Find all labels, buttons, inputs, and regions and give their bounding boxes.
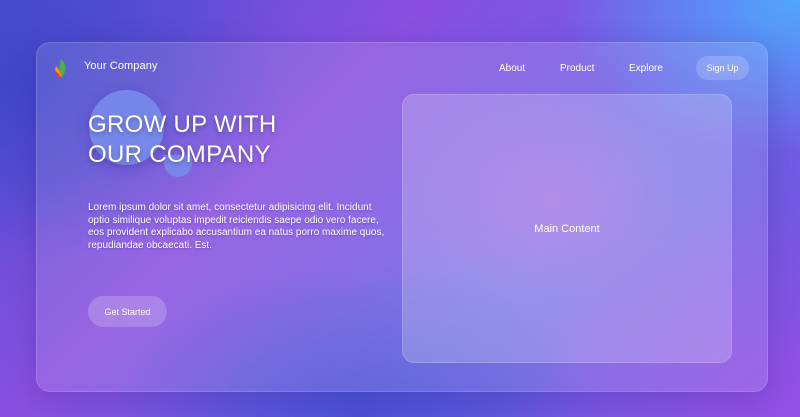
get-started-button[interactable]: Get Started <box>88 296 167 327</box>
hero-title: GROW UP WITH OUR COMPANY <box>88 110 388 170</box>
glass-card: Your Company About Product Explore Sign … <box>36 42 768 392</box>
hero-description: Lorem ipsum dolor sit amet, consectetur … <box>88 202 385 251</box>
nav-product-link[interactable]: Product <box>560 63 594 74</box>
nav-explore-link[interactable]: Explore <box>629 63 663 74</box>
hero-title-line-1: GROW UP WITH <box>88 111 277 138</box>
sign-up-button[interactable]: Sign Up <box>696 56 749 80</box>
main-content-label: Main Content <box>534 222 600 235</box>
leaf-logo-icon <box>53 58 69 80</box>
hero-title-line-2: OUR COMPANY <box>88 141 271 168</box>
main-content-panel: Main Content <box>402 94 732 363</box>
nav-about-link[interactable]: About <box>499 63 525 74</box>
brand-name[interactable]: Your Company <box>84 60 158 72</box>
